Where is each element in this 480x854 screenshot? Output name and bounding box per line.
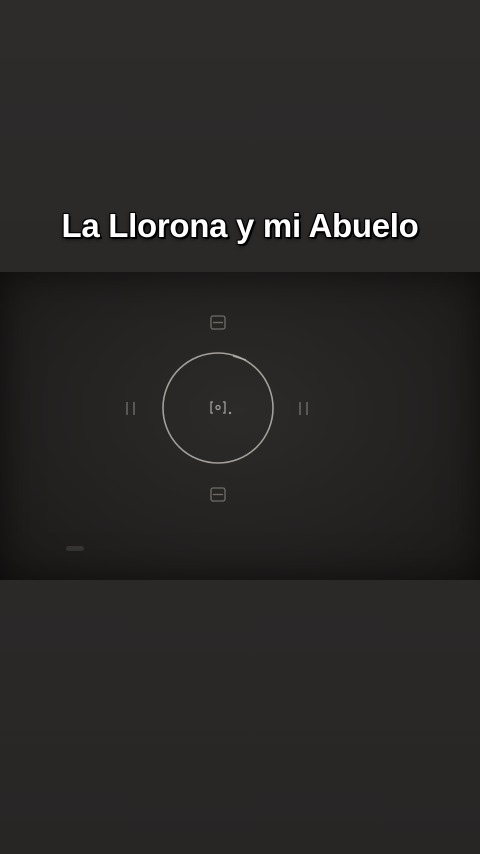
camera-focus-icon <box>210 401 226 414</box>
focus-marker-left-icon <box>126 402 135 415</box>
video-frame[interactable] <box>0 272 480 580</box>
camera-reticle <box>126 315 308 502</box>
video-noise-speck <box>66 546 84 551</box>
video-screen[interactable]: La Llorona y mi Abuelo <box>0 0 480 854</box>
focus-circle <box>162 352 274 464</box>
focus-dot <box>228 411 232 415</box>
focus-marker-bottom-icon <box>210 487 226 502</box>
focus-marker-top-icon <box>210 315 226 330</box>
focus-marker-right-icon <box>299 402 308 415</box>
video-caption: La Llorona y mi Abuelo <box>61 207 419 244</box>
